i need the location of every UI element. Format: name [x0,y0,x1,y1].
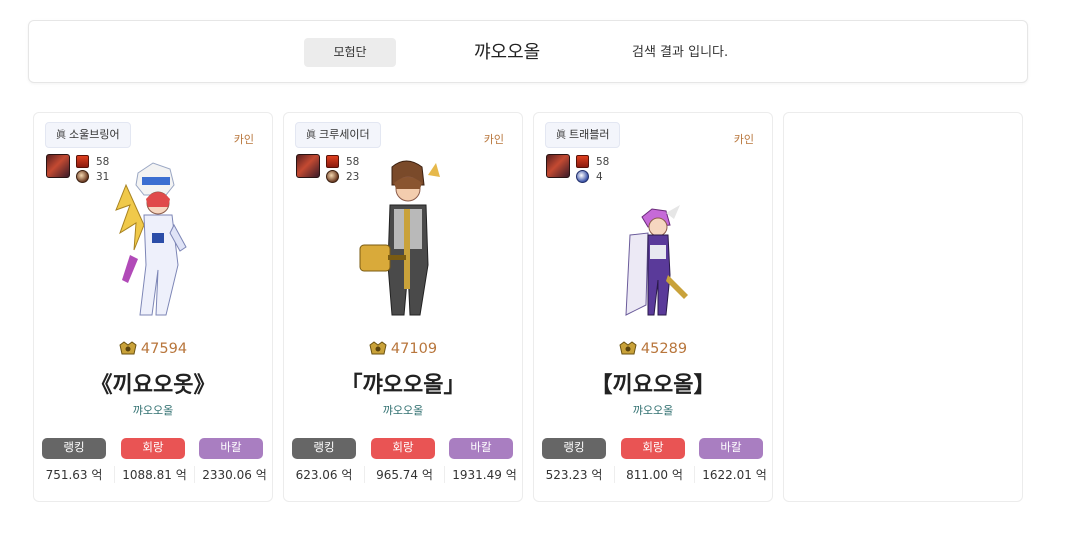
fame-value: 47109 [390,341,438,357]
awakening-badge: 眞 [556,130,566,141]
fame-medal-icon [119,341,137,355]
character-sprite [359,160,440,316]
buff-skill-icon [46,154,70,178]
fame-score: 47109 [284,341,522,357]
heal-button[interactable]: 회랑 [371,438,435,459]
job-label: 트래블러 [569,128,610,141]
job-label: 크루세이더 [319,128,370,141]
character-sprite [625,205,688,316]
fame-score: 47594 [34,341,272,357]
buff-level-icon [76,155,89,168]
search-result-bar: 모험단 꺄오오올 검색 결과 입니다. [28,20,1028,83]
ranking-button[interactable]: 랭킹 [542,438,606,459]
bakal-value: 1931.49 억 [444,466,524,483]
heal-button[interactable]: 회랑 [121,438,185,459]
job-tag: 眞 소울브링어 [45,122,131,148]
fame-medal-icon [619,341,637,355]
ranking-button[interactable]: 랭킹 [292,438,356,459]
job-tag: 眞 트래블러 [545,122,621,148]
buff-count: 4 [596,171,603,183]
fame-value: 47594 [140,341,188,357]
awakening-badge: 眞 [56,130,66,141]
buff-level-icon [576,155,589,168]
adventure-name[interactable]: 꺄오오올 [534,402,772,418]
heal-button[interactable]: 회랑 [621,438,685,459]
character-card[interactable]: 眞 소울브링어 카인 58 31 47594 《끼요오옷》 꺄오오올 랭킹 회랑 … [33,112,273,502]
heal-value: 1088.81 억 [114,466,194,483]
character-name[interactable]: 「꺄오오올」 [284,367,522,399]
buff-avatar-icon [326,170,339,183]
buff-skill-icon [296,154,320,178]
ranking-button[interactable]: 랭킹 [42,438,106,459]
server-label: 카인 [733,133,754,146]
character-card[interactable]: 眞 크루세이더 카인 58 23 47109 「꺄오오올」 꺄오오올 랭킹 회랑 … [283,112,523,502]
heal-value: 811.00 억 [614,466,694,483]
server-label: 카인 [483,133,504,146]
buff-avatar-icon [576,170,589,183]
bakal-value: 1622.01 억 [694,466,774,483]
job-tag: 眞 크루세이더 [295,122,381,148]
fame-medal-icon [369,341,387,355]
adventure-name[interactable]: 꺄오오올 [34,402,272,418]
server-label: 카인 [233,133,254,146]
character-card[interactable]: 眞 트래블러 카인 58 4 45289 【끼요오올】 꺄오오올 랭킹 회랑 바칼… [533,112,773,502]
ranking-value: 751.63 억 [45,468,103,482]
empty-card-slot [783,112,1023,502]
buff-level-icon [326,155,339,168]
buff-avatar-icon [76,170,89,183]
awakening-badge: 眞 [306,130,316,141]
job-label: 소울브링어 [69,128,120,141]
fame-score: 45289 [534,341,772,357]
bakal-button[interactable]: 바칼 [199,438,263,459]
ranking-value: 523.23 억 [545,468,603,482]
bakal-button[interactable]: 바칼 [449,438,513,459]
bakal-button[interactable]: 바칼 [699,438,763,459]
character-name[interactable]: 【끼요오올】 [534,367,772,399]
fame-value: 45289 [640,341,688,357]
heal-value: 965.74 억 [364,466,444,483]
search-result-text: 검색 결과 입니다. [632,45,729,60]
character-sprite [115,162,187,316]
character-name[interactable]: 《끼요오옷》 [34,367,272,399]
adventure-tag-button[interactable]: 모험단 [304,38,396,67]
buff-skill-icon [546,154,570,178]
search-query-name: 꺄오오올 [474,42,541,63]
bakal-value: 2330.06 억 [194,466,274,483]
ranking-value: 623.06 억 [295,468,353,482]
adventure-name[interactable]: 꺄오오올 [284,402,522,418]
